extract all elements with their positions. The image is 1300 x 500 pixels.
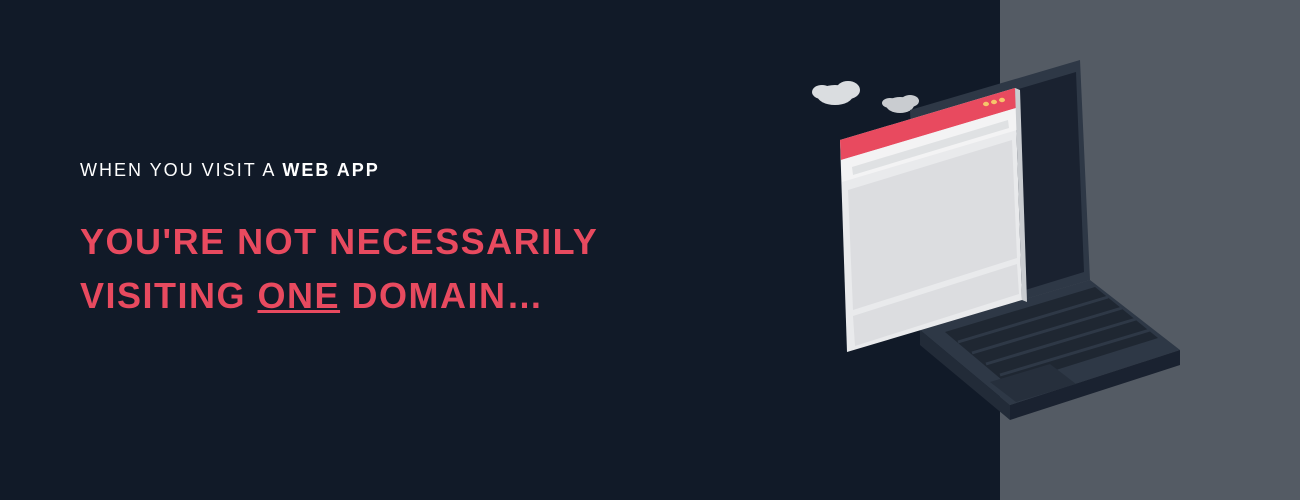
laptop-svg	[780, 50, 1200, 450]
headline-l2-b: ONE	[258, 275, 341, 316]
intro-line: WHEN YOU VISIT A WEB APP	[80, 160, 598, 181]
headline-l2-c: DOMAIN…	[340, 275, 544, 316]
headline-line-1: YOU'RE NOT NECESSARILY	[80, 215, 598, 269]
laptop-illustration	[780, 50, 1200, 450]
slide-text-block: WHEN YOU VISIT A WEB APP YOU'RE NOT NECE…	[80, 160, 598, 323]
intro-bold: WEB APP	[282, 160, 379, 180]
headline: YOU'RE NOT NECESSARILY VISITING ONE DOMA…	[80, 215, 598, 323]
headline-l2-a: VISITING	[80, 275, 258, 316]
cloud-icon	[812, 81, 860, 105]
slide-left-panel: WHEN YOU VISIT A WEB APP YOU'RE NOT NECE…	[0, 0, 1000, 500]
headline-line-2: VISITING ONE DOMAIN…	[80, 269, 598, 323]
intro-prefix: WHEN YOU VISIT A	[80, 160, 282, 180]
